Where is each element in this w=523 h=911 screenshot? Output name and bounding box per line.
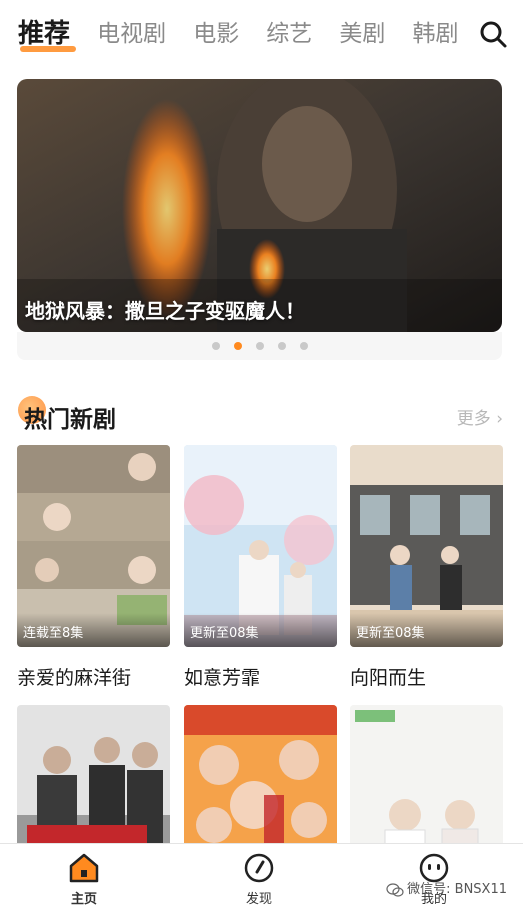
show-title: 如意芳霏 [184, 667, 261, 689]
show-title: 亲爱的麻洋街 [17, 667, 132, 689]
show-poster: 更新至08集 [350, 445, 503, 647]
home-icon [69, 853, 99, 883]
nav-label: 发现 [245, 892, 272, 907]
tab-us-series[interactable]: 美剧 [339, 14, 385, 54]
tab-recommend[interactable]: 推荐 [18, 14, 76, 54]
episode-badge-text: 更新至08集 [356, 626, 425, 641]
show-poster: 更新至08集 [184, 445, 337, 647]
wechat-icon [386, 882, 404, 897]
show-card[interactable]: 连载至8集 亲爱的麻洋街 [17, 445, 170, 690]
show-poster: 连载至8集 [17, 445, 170, 647]
section-title: 热门新剧 [24, 407, 116, 433]
show-title: 向阳而生 [350, 667, 427, 689]
tab-label: 推荐 [18, 19, 71, 49]
chevron-right-icon: › [496, 409, 503, 429]
tab-tv-series[interactable]: 电视剧 [97, 14, 166, 54]
episode-badge-text: 更新至08集 [190, 626, 259, 641]
pagination-dot-active[interactable] [233, 342, 242, 350]
hot-section-header: 热门新剧 更多 › [0, 394, 523, 438]
more-label: 更多 [456, 409, 491, 429]
banner-pagination [17, 332, 502, 360]
episode-badge-text: 连载至8集 [23, 626, 84, 641]
episode-badge: 连载至8集 [17, 613, 170, 647]
nav-discover[interactable]: 发现 [219, 852, 299, 907]
bottom-navigation: 主页 发现 我的 微信号: BNSX11 [0, 843, 523, 911]
category-tabs: 推荐 电视剧 电影 综艺 美剧 韩剧 [18, 14, 463, 58]
watermark-text: 微信号: BNSX11 [407, 882, 507, 897]
top-tab-bar: 推荐 电视剧 电影 综艺 美剧 韩剧 [0, 0, 523, 70]
wechat-watermark: 微信号: BNSX11 [386, 878, 507, 897]
nav-home[interactable]: 主页 [44, 852, 124, 907]
pagination-dot[interactable] [211, 342, 220, 350]
tab-label: 电影 [193, 21, 240, 47]
nav-label: 主页 [70, 892, 97, 907]
tab-label: 韩剧 [412, 21, 459, 47]
compass-icon [244, 853, 274, 883]
tab-label: 美剧 [339, 21, 386, 47]
search-button[interactable] [477, 18, 509, 50]
tab-movies[interactable]: 电影 [193, 14, 239, 54]
tab-variety[interactable]: 综艺 [266, 14, 312, 54]
show-card[interactable]: 更新至08集 如意芳霏 [184, 445, 337, 690]
episode-badge: 更新至08集 [184, 613, 337, 647]
pagination-dot[interactable] [277, 342, 286, 350]
featured-banner[interactable]: 地狱风暴：撒旦之子变驱魔人！ [17, 79, 502, 332]
banner-caption: 地狱风暴：撒旦之子变驱魔人！ [25, 299, 305, 323]
tab-korean-series[interactable]: 韩剧 [412, 14, 458, 54]
pagination-dot[interactable] [255, 342, 264, 350]
episode-badge: 更新至08集 [350, 613, 503, 647]
tab-label: 电视剧 [97, 21, 167, 47]
tab-label: 综艺 [266, 21, 313, 47]
pagination-dot[interactable] [299, 342, 308, 350]
search-icon [480, 21, 507, 48]
more-link[interactable]: 更多 › [457, 404, 503, 429]
show-card[interactable]: 更新至08集 向阳而生 [350, 445, 503, 690]
